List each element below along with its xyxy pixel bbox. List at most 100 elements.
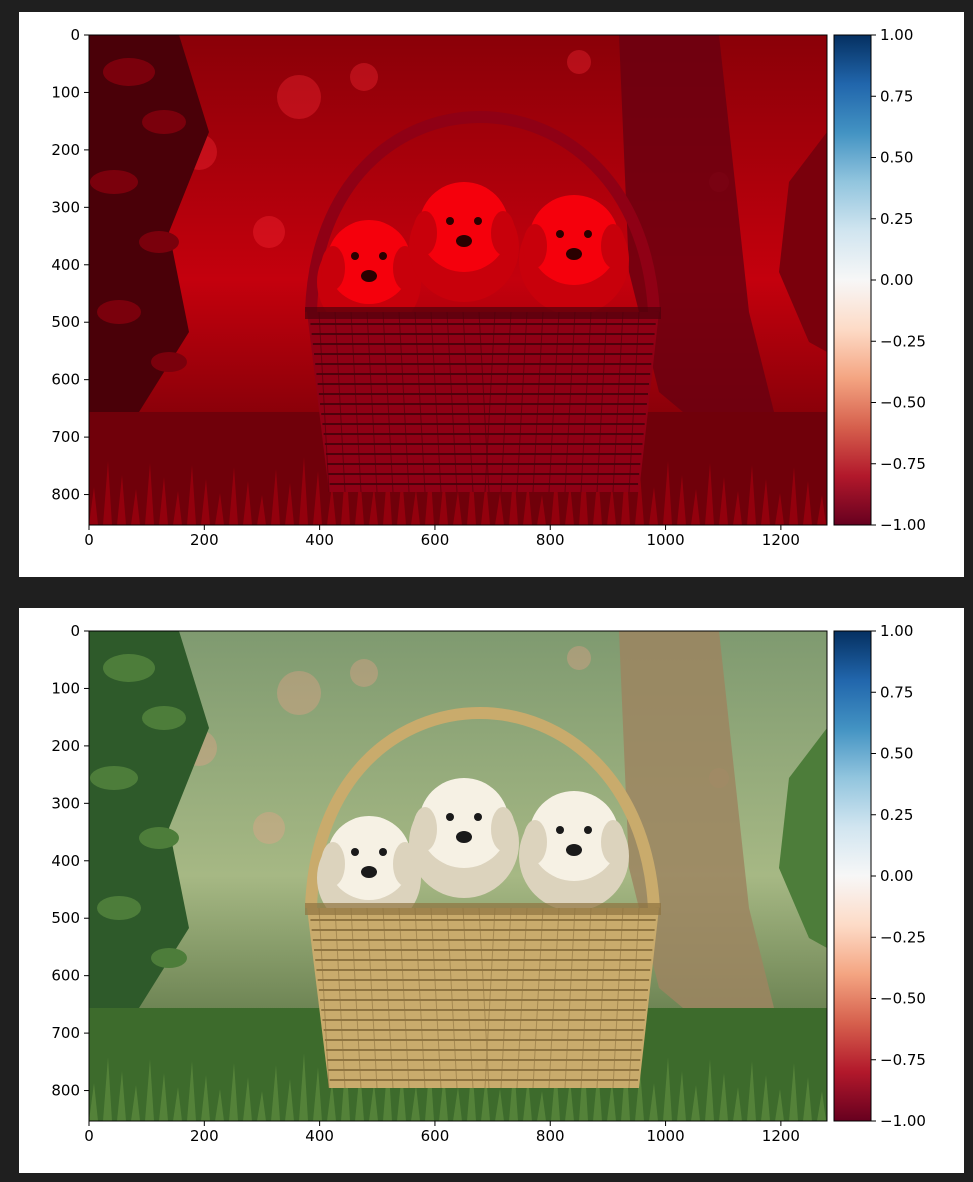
y-tick-label: 800 [51,1082,80,1100]
leaf [97,896,141,920]
puppy-eye [446,217,454,225]
y-tick-label: 700 [51,428,80,446]
y-tick-label: 400 [51,852,80,870]
colorbar-tick-label: 0.25 [880,210,913,228]
x-tick-label: 0 [84,1127,94,1145]
bokeh-spot [277,671,321,715]
puppy-nose [566,844,582,856]
puppy-eye [379,848,387,856]
puppy-ear [413,211,437,255]
puppy-eye [556,826,564,834]
bokeh-spot [350,659,378,687]
y-tick-label: 100 [51,679,80,697]
puppy-ear [601,224,625,268]
colorbar-tick-label: −0.25 [880,332,926,350]
puppy-nose [456,235,472,247]
colorbar-tick-label: −1.00 [880,516,926,534]
puppy-ear [491,211,515,255]
colorbar-tick-label: 0.75 [880,87,913,105]
puppy-nose [566,248,582,260]
leaf [103,654,155,682]
y-tick-label: 500 [51,313,80,331]
puppy-ear [321,246,345,290]
puppy-eye [474,813,482,821]
puppy-ear [491,807,515,851]
leaf [142,110,186,134]
colorbar-tick-label: 0.00 [880,867,913,885]
y-tick-label: 200 [51,141,80,159]
leaf [139,231,179,253]
colorbar-tick-label: 0.50 [880,745,913,763]
puppy-eye [556,230,564,238]
x-tick-label: 1000 [646,1127,684,1145]
leaf [142,706,186,730]
chart-panel-red-channel: 0 200 400 600 800 1000 1200 0 100 200 300 400 500 600… [19,12,964,577]
puppy-ear [523,820,547,864]
puppy-nose [361,270,377,282]
x-tick-label: 0 [84,531,94,549]
bokeh-spot [253,812,285,844]
leaf [151,948,187,968]
x-tick-label: 800 [536,531,565,549]
colorbar-tick-label: 1.00 [880,26,913,44]
colorbar-tick-label: −0.75 [880,1051,926,1069]
x-tick-label: 1200 [762,531,800,549]
colorbar-tick-label: −0.75 [880,455,926,473]
bokeh-spot [253,216,285,248]
chart-panel-original: 0 200 400 600 800 1000 1200 0 100 200 300 400 500 600… [19,608,964,1173]
puppy-ear [523,224,547,268]
y-tick-label: 600 [51,967,80,985]
puppy-ear [321,842,345,886]
y-tick-label: 800 [51,486,80,504]
puppy-ear [601,820,625,864]
puppy-nose [361,866,377,878]
basket-rim [305,307,661,319]
x-tick-label: 400 [305,531,334,549]
bokeh-spot [567,50,591,74]
heatmap-chart-original: 0 200 400 600 800 1000 1200 0 100 200 300 400 500 600… [51,622,926,1145]
puppy-eye [446,813,454,821]
image-content [89,35,827,525]
colorbar-tick-label: −1.00 [880,1112,926,1130]
colorbar-tick-label: −0.50 [880,394,926,412]
leaf [90,766,138,790]
bokeh-spot [567,646,591,670]
colorbar [833,630,872,1122]
puppy-eye [474,217,482,225]
bokeh-spot [350,63,378,91]
x-tick-label: 1000 [646,531,684,549]
puppy-eye [379,252,387,260]
heatmap-chart-red-channel: 0 200 400 600 800 1000 1200 0 100 200 300 400 500 600… [51,26,926,549]
y-tick-label: 300 [51,198,80,216]
y-tick-label: 700 [51,1024,80,1042]
x-tick-label: 200 [190,1127,219,1145]
y-tick-label: 100 [51,83,80,101]
colorbar-tick-label: 0.75 [880,683,913,701]
leaf [90,170,138,194]
puppy-ear [413,807,437,851]
x-tick-label: 800 [536,1127,565,1145]
figure-canvas: 0 200 400 600 800 1000 1200 0 100 200 300 400 500 600… [0,0,973,1182]
x-tick-label: 1200 [762,1127,800,1145]
y-tick-label: 200 [51,737,80,755]
y-tick-label: 0 [70,622,80,640]
y-tick-label: 0 [70,26,80,44]
colorbar-tick-label: −0.25 [880,928,926,946]
puppy-nose [456,831,472,843]
colorbar-tick-label: 0.25 [880,806,913,824]
puppy-eye [584,826,592,834]
x-tick-label: 200 [190,531,219,549]
colorbar-tick-label: 0.00 [880,271,913,289]
x-tick-label: 400 [305,1127,334,1145]
colorbar-tick-label: −0.50 [880,990,926,1008]
bokeh-spot [277,75,321,119]
basket-rim [305,903,661,915]
leaf [151,352,187,372]
puppy-eye [584,230,592,238]
x-tick-label: 600 [421,531,450,549]
y-tick-label: 400 [51,256,80,274]
colorbar-tick-label: 0.50 [880,149,913,167]
puppy-eye [351,848,359,856]
puppy-eye [351,252,359,260]
leaf [139,827,179,849]
